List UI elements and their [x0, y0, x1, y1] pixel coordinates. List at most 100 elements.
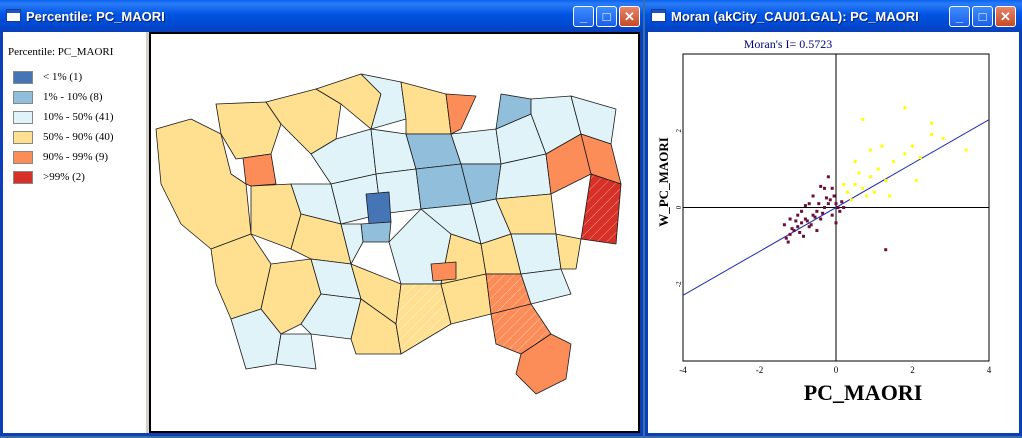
map-region — [430, 261, 457, 282]
scatter-point[interactable] — [836, 206, 840, 209]
scatter-point[interactable] — [809, 223, 813, 227]
scatter-point[interactable] — [891, 159, 895, 163]
scatter-point[interactable] — [964, 148, 968, 152]
scatter-point[interactable] — [914, 179, 918, 183]
scatter-point[interactable] — [868, 175, 872, 179]
scatter-point[interactable] — [880, 144, 884, 148]
legend-label: 90% - 99% (9) — [43, 151, 109, 163]
window-title: Moran (akCity_CAU01.GAL): PC_MAORI — [671, 9, 919, 24]
scatter-point[interactable] — [842, 206, 846, 209]
scatter-point[interactable] — [798, 230, 802, 234]
scatter-point[interactable] — [815, 209, 819, 213]
scatter-point[interactable] — [823, 186, 827, 190]
scatter-point[interactable] — [911, 144, 914, 148]
scatter-point[interactable] — [782, 223, 786, 227]
x-tick-label: 0 — [834, 365, 839, 375]
legend-swatch — [13, 111, 33, 124]
scatter-point[interactable] — [805, 219, 809, 223]
scatter-point[interactable] — [853, 159, 857, 163]
map-region — [215, 101, 282, 160]
scatter-point[interactable] — [842, 182, 846, 186]
scatter-point[interactable] — [872, 190, 876, 194]
scatter-point[interactable] — [794, 219, 798, 223]
scatter-point[interactable] — [813, 215, 817, 219]
scatter-point[interactable] — [834, 221, 838, 225]
choropleth-map[interactable] — [151, 34, 637, 430]
scatter-point[interactable] — [888, 194, 892, 198]
scatter-point[interactable] — [849, 198, 853, 202]
scatter-point[interactable] — [832, 194, 836, 198]
legend-label: >99% (2) — [43, 171, 85, 183]
minimize-button[interactable]: _ — [573, 6, 594, 27]
map-region — [580, 173, 622, 245]
scatter-point[interactable] — [830, 186, 834, 190]
scatter-point[interactable] — [819, 217, 823, 221]
window-client: Percentile: PC_MAORI < 1% (1) 1% - 10% (… — [3, 32, 640, 433]
scatter-point[interactable] — [821, 211, 825, 215]
scatter-point[interactable] — [790, 227, 794, 231]
scatter-point[interactable] — [824, 196, 828, 200]
scatter-point[interactable] — [800, 209, 804, 213]
map-region — [365, 191, 392, 225]
scatter-point[interactable] — [784, 236, 788, 240]
titlebar[interactable]: Moran (akCity_CAU01.GAL): PC_MAORI _ □ ✕ — [645, 0, 1022, 32]
maximize-button[interactable]: □ — [972, 6, 993, 27]
x-axis-label: PC_MAORI — [804, 380, 923, 405]
scatter-point[interactable] — [800, 221, 804, 225]
scatter-point[interactable] — [788, 232, 792, 236]
scatter-point[interactable] — [823, 206, 827, 209]
scatter-point[interactable] — [796, 213, 800, 217]
scatter-point[interactable] — [941, 136, 945, 140]
legend-swatch — [13, 91, 33, 104]
map-region — [360, 221, 392, 243]
scatter-point[interactable] — [930, 121, 934, 125]
window-icon — [651, 9, 666, 22]
percentile-map-window: Percentile: PC_MAORI _ □ ✕ Percentile: P… — [0, 0, 643, 436]
scatter-point[interactable] — [903, 152, 907, 156]
scatter-point[interactable] — [865, 194, 869, 198]
scatter-point[interactable] — [884, 248, 888, 252]
map-canvas[interactable] — [149, 32, 640, 433]
scatter-point[interactable] — [918, 156, 922, 160]
x-tick-label: -4 — [679, 365, 687, 375]
legend-swatch — [13, 171, 33, 184]
close-button[interactable]: ✕ — [619, 6, 640, 27]
scatter-point[interactable] — [788, 217, 792, 221]
scatter-point[interactable] — [803, 204, 807, 208]
close-button[interactable]: ✕ — [995, 6, 1016, 27]
scatter-point[interactable] — [796, 225, 800, 229]
scatter-point[interactable] — [815, 229, 819, 233]
scatter-point[interactable] — [826, 175, 830, 179]
scatter-point[interactable] — [930, 133, 934, 137]
scatter-point[interactable] — [876, 167, 880, 171]
scatter-point[interactable] — [845, 190, 849, 194]
scatter-point[interactable] — [840, 200, 844, 204]
titlebar[interactable]: Percentile: PC_MAORI _ □ ✕ — [0, 0, 643, 32]
scatter-point[interactable] — [807, 202, 811, 206]
scatter-point[interactable] — [801, 234, 805, 238]
minimize-button[interactable]: _ — [949, 6, 970, 27]
scatter-point[interactable] — [868, 148, 872, 152]
scatter-point[interactable] — [811, 194, 815, 198]
scatter-point[interactable] — [861, 117, 865, 121]
scatter-point[interactable] — [830, 213, 834, 217]
map-region — [275, 333, 317, 370]
scatter-point[interactable] — [838, 209, 842, 213]
scatter-point[interactable] — [853, 182, 857, 186]
scatter-point[interactable] — [857, 171, 861, 175]
x-tick-label: -2 — [756, 365, 764, 375]
scatter-point[interactable] — [826, 202, 830, 206]
map-region — [395, 283, 452, 355]
maximize-button[interactable]: □ — [596, 6, 617, 27]
moran-scatterplot[interactable]: Moran's I= 0.5723 -4 -2 0 2 4 20-2 PC_MAORI … — [648, 32, 1019, 433]
scatter-point[interactable] — [817, 202, 821, 206]
scatter-point[interactable] — [819, 184, 823, 188]
scatter-point[interactable] — [834, 202, 838, 206]
scatter-point[interactable] — [861, 186, 865, 190]
scatter-point[interactable] — [903, 106, 907, 110]
legend-label: < 1% (1) — [43, 71, 83, 83]
scatter-point[interactable] — [786, 240, 790, 244]
scatter-point[interactable] — [828, 198, 832, 202]
scatter-point[interactable] — [884, 179, 888, 183]
chart-title: Moran's I= 0.5723 — [744, 37, 833, 51]
